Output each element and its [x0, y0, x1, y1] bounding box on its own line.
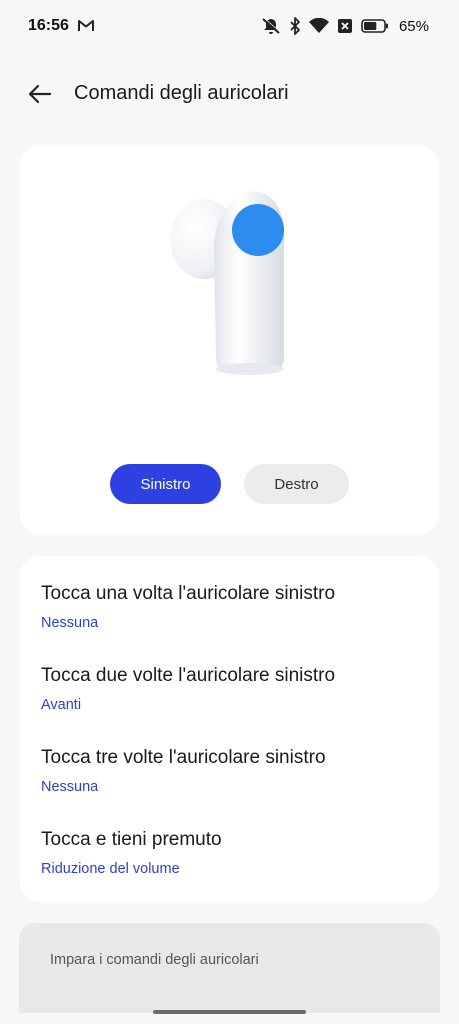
controls-list: Tocca una volta l'auricolare sinistro Ne…: [20, 556, 439, 902]
tab-left-earbud[interactable]: Sinistro: [110, 464, 221, 504]
control-triple-tap[interactable]: Tocca tre volte l'auricolare sinistro Ne…: [20, 747, 439, 829]
wifi-icon: [308, 18, 329, 33]
learn-controls-label: Impara i comandi degli auricolari: [50, 952, 259, 968]
control-double-tap[interactable]: Tocca due volte l'auricolare sinistro Av…: [20, 665, 439, 747]
control-title: Tocca due volte l'auricolare sinistro: [41, 665, 336, 686]
control-title: Tocca una volta l'auricolare sinistro: [41, 583, 336, 604]
page-title: Comandi degli auricolari: [74, 82, 289, 104]
control-title: Tocca tre volte l'auricolare sinistro: [41, 747, 326, 768]
mute-vibrate-icon: [262, 17, 281, 34]
home-indicator[interactable]: [153, 1010, 306, 1014]
control-value: Nessuna: [41, 779, 99, 795]
back-arrow-icon: [28, 84, 52, 104]
battery-icon: [361, 19, 388, 33]
status-bar: 16:56 65%: [0, 0, 459, 52]
control-value: Nessuna: [41, 615, 99, 631]
learn-controls-card[interactable]: Impara i comandi degli auricolari: [19, 923, 440, 1013]
control-title: Tocca e tieni premuto: [41, 829, 222, 850]
tab-right-earbud[interactable]: Destro: [244, 464, 349, 504]
control-press-hold[interactable]: Tocca e tieni premuto Riduzione del volu…: [20, 829, 439, 911]
control-value: Avanti: [41, 697, 82, 713]
control-value: Riduzione del volume: [41, 861, 180, 877]
app-header: Comandi degli auricolari: [0, 72, 459, 116]
gmail-icon: [78, 20, 94, 31]
status-time: 16:56: [28, 17, 69, 34]
battery-percent: 65%: [398, 17, 429, 35]
status-icons: 65%: [261, 16, 429, 36]
control-single-tap[interactable]: Tocca una volta l'auricolare sinistro Ne…: [20, 583, 439, 665]
back-button[interactable]: [24, 80, 56, 108]
earbud-touch-area-marker: [232, 204, 284, 256]
sim-off-icon: [337, 19, 352, 33]
earbud-illustration: [170, 191, 285, 375]
bluetooth-icon: [290, 17, 300, 35]
earbud-card: Sinistro Destro: [20, 145, 439, 535]
